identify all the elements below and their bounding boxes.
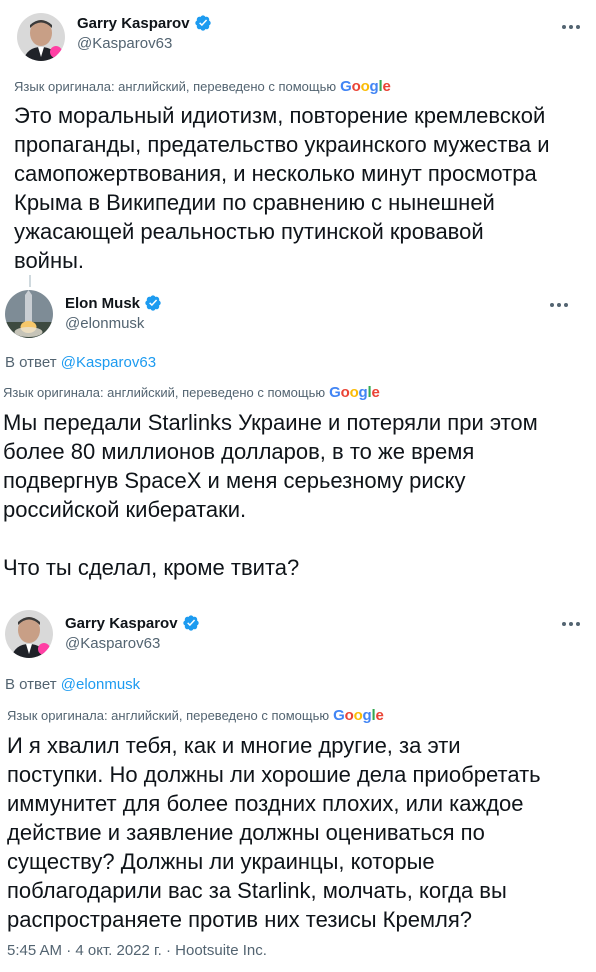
elon-avatar[interactable]: [5, 290, 53, 338]
author-name[interactable]: Elon Musk: [65, 295, 140, 312]
tweet-text: И я хвалил тебя, как и многие другие, за…: [7, 733, 541, 932]
more-options-icon[interactable]: [559, 15, 583, 39]
kasparov-avatar[interactable]: [5, 610, 53, 658]
google-logo: Google: [333, 707, 384, 724]
author-block: Garry Kasparov @Kasparov63: [65, 613, 200, 652]
translation-text: Язык оригинала: английский, переведено с…: [3, 385, 326, 400]
reply-context: В ответ @Kasparov63: [5, 354, 156, 371]
author-name[interactable]: Garry Kasparov: [65, 615, 178, 632]
author-handle[interactable]: @elonmusk: [65, 315, 162, 332]
google-logo: Google: [340, 78, 391, 95]
more-options-icon[interactable]: [559, 612, 583, 636]
author-handle[interactable]: @Kasparov63: [77, 35, 212, 52]
more-options-icon[interactable]: [547, 293, 571, 317]
reply-context: В ответ @elonmusk: [5, 676, 140, 693]
reply-prefix: В ответ: [5, 676, 57, 693]
kasparov-avatar[interactable]: [17, 13, 65, 61]
tweet-text: Это моральный идиотизм, повторение кремл…: [14, 103, 550, 273]
author-handle[interactable]: @Kasparov63: [65, 635, 200, 652]
translation-note: Язык оригинала: английский, переведено с…: [3, 384, 380, 401]
reply-prefix: В ответ: [5, 354, 57, 371]
thread-connector: [29, 275, 31, 287]
author-name[interactable]: Garry Kasparov: [77, 15, 190, 32]
verified-badge-icon: [182, 614, 200, 632]
translation-note: Язык оригинала: английский, переведено с…: [7, 707, 384, 724]
tweet-timestamp[interactable]: 5:45 AM · 4 окт. 2022 г. · Hootsuite Inc…: [7, 942, 267, 959]
reply-mention-link[interactable]: @Kasparov63: [61, 354, 156, 371]
verified-badge-icon: [194, 14, 212, 32]
translation-text: Язык оригинала: английский, переведено с…: [14, 79, 337, 94]
translation-note: Язык оригинала: английский, переведено с…: [14, 78, 391, 95]
author-block: Garry Kasparov @Kasparov63: [77, 13, 212, 52]
author-block: Elon Musk @elonmusk: [65, 293, 162, 332]
google-logo: Google: [329, 384, 380, 401]
reply-mention-link[interactable]: @elonmusk: [61, 676, 140, 693]
tweet-text: Мы передали Starlinks Украине и потеряли…: [3, 410, 538, 580]
translation-text: Язык оригинала: английский, переведено с…: [7, 708, 330, 723]
verified-badge-icon: [144, 294, 162, 312]
